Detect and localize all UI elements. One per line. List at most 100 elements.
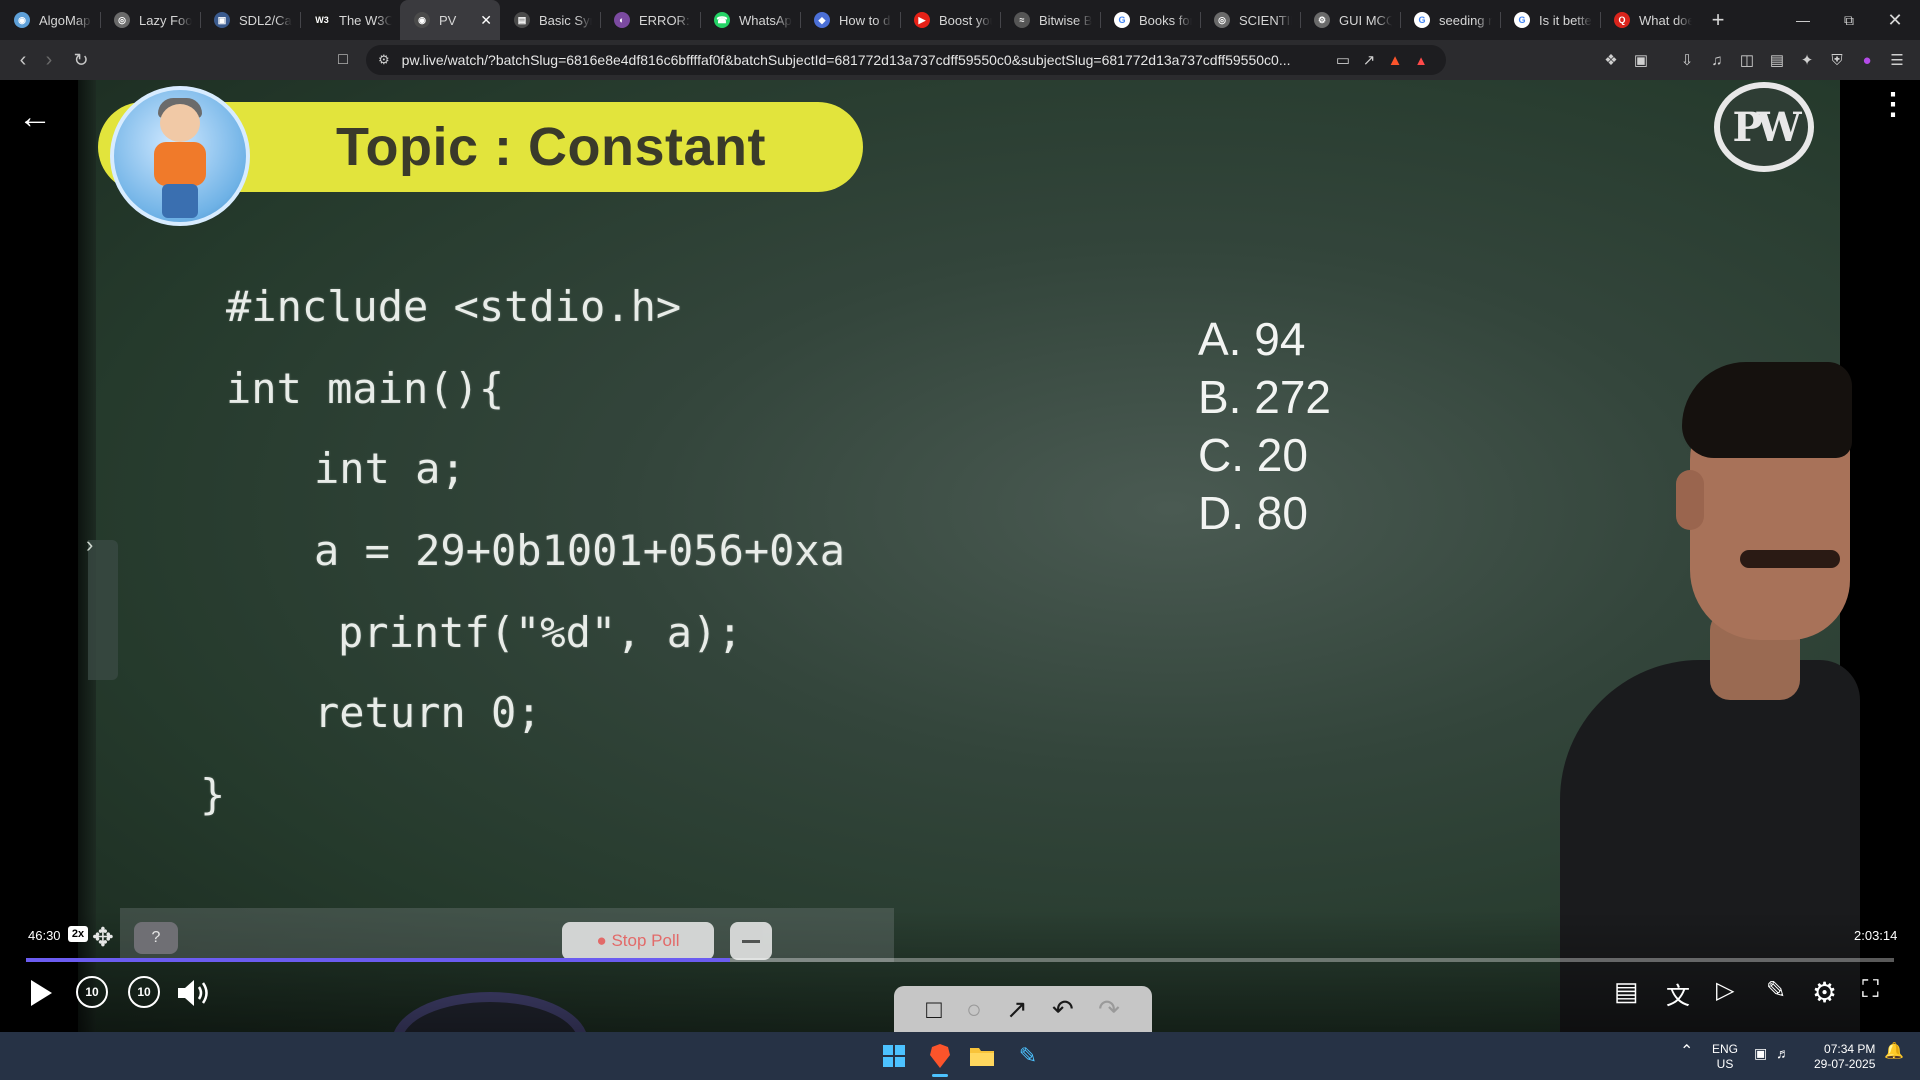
screenshot-icon[interactable]: ▣ xyxy=(1628,47,1654,73)
minimize-button[interactable]: — xyxy=(1780,0,1826,40)
extensions-icon[interactable]: ❖ xyxy=(1598,47,1624,73)
tab-close-icon[interactable]: ✕ xyxy=(480,12,492,29)
mascot-illustration xyxy=(110,86,250,226)
tab-title: What doe xyxy=(1639,12,1692,28)
tab-title: seeding r xyxy=(1439,12,1492,28)
speaker-icon[interactable]: ♬ xyxy=(1776,1046,1790,1061)
browser-tab[interactable]: ◐ ERROR: Ti xyxy=(600,0,700,40)
tab-favicon-icon: G xyxy=(1114,12,1130,28)
browser-tab[interactable]: ◆ How to d xyxy=(800,0,900,40)
browser-tab[interactable]: ◎ Lazy Foo xyxy=(100,0,200,40)
brave-shields-icon[interactable]: ▲ xyxy=(1382,47,1408,73)
redo-icon[interactable]: ↷ xyxy=(1098,994,1120,1025)
browser-tab[interactable]: ◎ SCIENTIFI xyxy=(1200,0,1300,40)
bookmark-icon[interactable]: □ xyxy=(330,45,356,75)
stop-poll-button[interactable]: ● Stop Poll xyxy=(562,922,714,960)
brave-rewards-icon[interactable]: ▲ xyxy=(1408,47,1434,73)
browser-tab[interactable]: G Is it bette xyxy=(1500,0,1600,40)
system-clock[interactable]: 07:34 PM 29-07-2025 xyxy=(1814,1042,1875,1072)
forward-icon[interactable]: › xyxy=(36,45,62,75)
tab-title: GUI MCQ xyxy=(1339,12,1392,28)
chevron-up-icon[interactable]: ⌃ xyxy=(1680,1044,1693,1060)
tab-favicon-icon: ◉ xyxy=(14,12,30,28)
language-code: ENG xyxy=(1712,1042,1739,1056)
play-icon[interactable] xyxy=(26,976,56,1010)
tab-list: ◉ AlgoMap ◎ Lazy Foo ▣ SDL2/Cat W3 The W3C ◉ PV ✕ ▤… xyxy=(0,0,1700,40)
media-icon[interactable]: ♫ xyxy=(1704,47,1730,73)
volume-icon[interactable] xyxy=(176,976,212,1010)
back-arrow-icon[interactable]: ← xyxy=(18,98,52,137)
browser-tab[interactable]: ▶ Boost you xyxy=(900,0,1000,40)
back-icon[interactable]: ‹ xyxy=(10,45,36,75)
windows-start-icon[interactable] xyxy=(880,1042,908,1070)
menu-icon[interactable]: ☰ xyxy=(1884,47,1910,73)
browser-tab[interactable]: ⚙ GUI MCQ xyxy=(1300,0,1400,40)
circle-tool-icon[interactable]: ○ xyxy=(966,994,982,1025)
browser-tab[interactable]: W3 The W3C xyxy=(300,0,400,40)
chevron-right-icon[interactable]: › xyxy=(86,532,93,558)
profile-icon[interactable]: ● xyxy=(1854,47,1880,73)
tab-title: Boost you xyxy=(939,12,992,28)
undo-icon[interactable]: ↶ xyxy=(1052,994,1074,1025)
stop-poll-label: Stop Poll xyxy=(611,931,680,950)
tab-favicon-icon: ☎ xyxy=(714,12,730,28)
notes-icon[interactable]: ✎ xyxy=(1766,976,1786,1005)
leo-ai-icon[interactable]: ✦ xyxy=(1794,47,1820,73)
tab-favicon-icon: ▣ xyxy=(214,12,230,28)
file-explorer-icon[interactable] xyxy=(968,1042,996,1070)
speed-badge[interactable]: 2x xyxy=(68,926,88,942)
forward-10-button[interactable]: 10 xyxy=(128,976,160,1008)
region-code: US xyxy=(1716,1057,1734,1071)
address-bar[interactable]: ⚙ pw.live/watch/?batchSlug=6816e8e4df816… xyxy=(366,45,1446,75)
video-player[interactable]: Topic : Constant PW #include <stdio.h> i… xyxy=(0,80,1920,1032)
close-window-button[interactable]: ✕ xyxy=(1872,0,1918,40)
notification-bell-icon[interactable]: 🔔 xyxy=(1884,1044,1904,1060)
tab-favicon-icon: Q xyxy=(1614,12,1630,28)
network-icon[interactable]: ▣ xyxy=(1754,1046,1767,1061)
vpn-icon[interactable]: ⛨ xyxy=(1824,47,1850,73)
side-panel-handle[interactable] xyxy=(88,540,118,680)
arrow-tool-icon[interactable]: ↗ xyxy=(1006,994,1028,1025)
tab-favicon-icon: ≈ xyxy=(1014,12,1030,28)
site-info-icon[interactable]: ⚙ xyxy=(378,52,390,68)
rectangle-tool-icon[interactable]: □ xyxy=(926,994,942,1025)
rewind-10-button[interactable]: 10 xyxy=(76,976,108,1008)
new-tab-button[interactable]: + xyxy=(1700,0,1736,40)
browser-tab[interactable]: ▤ Basic Syn xyxy=(500,0,600,40)
browser-tab[interactable]: ☎ WhatsAp xyxy=(700,0,800,40)
cast-icon[interactable]: ▭ xyxy=(1330,47,1356,73)
reload-icon[interactable]: ↻ xyxy=(68,45,94,75)
navigation-bar: ‹ › ↻ □ ⚙ pw.live/watch/?batchSlug=6816e… xyxy=(0,40,1920,80)
editor-pen-icon[interactable]: ✎ xyxy=(1014,1042,1042,1070)
fullscreen-icon[interactable]: ⛶ xyxy=(1862,976,1879,1004)
move-icon[interactable]: ✥ xyxy=(92,922,114,953)
browser-tab[interactable]: ≈ Bitwise B xyxy=(1000,0,1100,40)
download-icon[interactable]: ⇩ xyxy=(1674,47,1700,73)
translate-icon[interactable]: 文 xyxy=(1666,976,1690,1011)
tab-title: AlgoMap xyxy=(39,12,91,28)
share-icon[interactable]: ↗ xyxy=(1356,47,1382,73)
browser-tab[interactable]: ◉ AlgoMap xyxy=(0,0,100,40)
more-options-icon[interactable]: ⋮ xyxy=(1878,90,1908,120)
chat-icon[interactable]: ▤ xyxy=(1614,976,1639,1007)
browser-tab[interactable]: Q What doe xyxy=(1600,0,1700,40)
browser-tab[interactable]: G Books for xyxy=(1100,0,1200,40)
browser-tab[interactable]: Gseeding r xyxy=(1400,0,1500,40)
picture-in-picture-icon[interactable]: ▷ xyxy=(1716,976,1734,1005)
tab-title: SDL2/Cat xyxy=(239,12,292,28)
tab-title: ERROR: Ti xyxy=(639,12,692,28)
settings-gear-icon[interactable]: ⚙ xyxy=(1812,976,1837,1009)
progress-bar[interactable] xyxy=(26,958,1894,962)
minimize-poll-button[interactable] xyxy=(730,922,772,960)
browser-tab[interactable]: ◉ PV ✕ xyxy=(400,0,500,40)
url-text[interactable]: pw.live/watch/?batchSlug=6816e8e4df816c6… xyxy=(402,52,1330,68)
topic-title: Topic : Constant xyxy=(336,117,766,177)
help-button[interactable]: ? xyxy=(134,922,178,954)
sidebar-icon[interactable]: ◫ xyxy=(1734,47,1760,73)
rewind-10-icon: 10 xyxy=(76,976,108,1008)
browser-tab[interactable]: ▣ SDL2/Cat xyxy=(200,0,300,40)
language-indicator[interactable]: ENG US xyxy=(1712,1042,1738,1072)
brave-browser-icon[interactable] xyxy=(926,1042,954,1070)
wallet-icon[interactable]: ▤ xyxy=(1764,47,1790,73)
restore-button[interactable]: ⧉ xyxy=(1826,0,1872,40)
